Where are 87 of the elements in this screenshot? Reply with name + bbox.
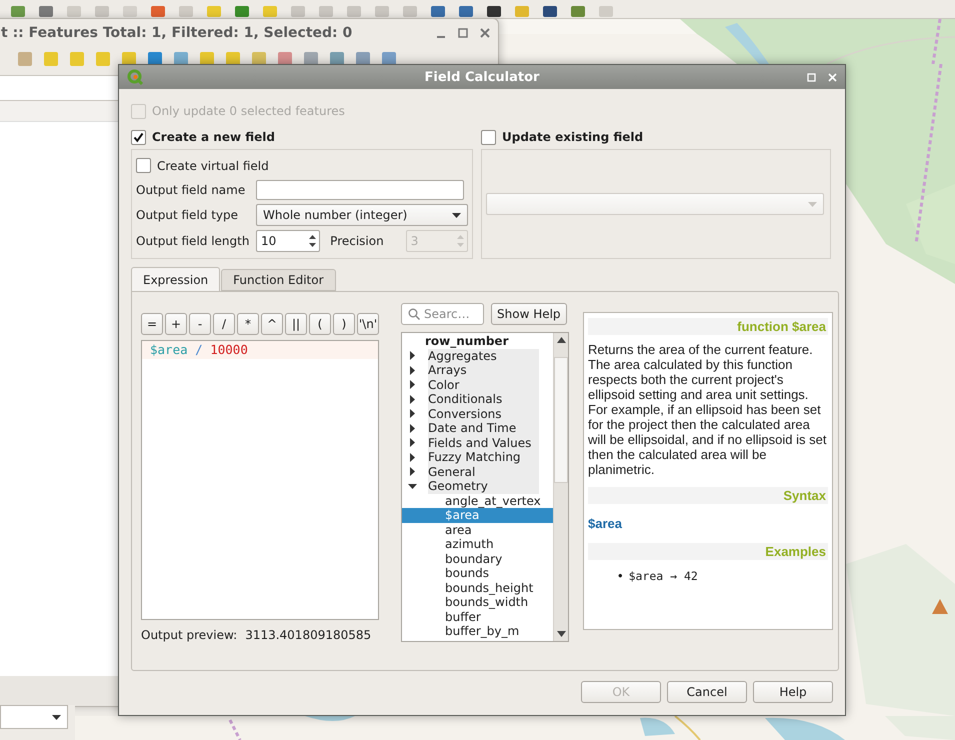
syntax-text: $area — [588, 516, 623, 531]
help-heading: function $area — [588, 318, 828, 335]
search-field[interactable]: Searc… — [401, 303, 484, 325]
operator-button[interactable]: ( — [309, 313, 331, 335]
show-help-button[interactable]: Show Help — [491, 303, 567, 325]
function-list-item[interactable]: buffer_by_m — [402, 624, 539, 638]
operator-button[interactable]: - — [189, 313, 211, 335]
scroll-up-arrow-icon[interactable] — [556, 337, 566, 343]
collapsed-arrow-icon[interactable] — [408, 409, 417, 418]
function-list-item[interactable]: bounds — [402, 566, 539, 580]
function-list-item[interactable]: Geometry — [428, 479, 539, 494]
function-list-item[interactable]: Conditionals — [428, 392, 539, 406]
function-list-item[interactable]: row_number — [402, 334, 539, 348]
function-list-item[interactable]: General — [428, 464, 539, 479]
collapsed-arrow-icon[interactable] — [408, 366, 417, 375]
checkbox-label: Only update 0 selected features — [152, 104, 345, 118]
checkbox[interactable] — [481, 130, 496, 144]
toolbar-icon[interactable] — [486, 6, 502, 18]
close-icon[interactable] — [480, 28, 490, 38]
operator-button[interactable]: || — [285, 313, 307, 335]
collapsed-arrow-icon[interactable] — [408, 351, 417, 360]
field-label: Output field length — [136, 234, 250, 248]
operator-button[interactable]: ^ — [261, 313, 283, 335]
function-list-item[interactable]: Fuzzy Matching — [428, 450, 539, 464]
help-heading: Examples — [588, 543, 828, 560]
dialog-title: Field Calculator — [424, 70, 540, 84]
checkbox[interactable] — [131, 130, 146, 144]
operator-button[interactable]: = — [141, 313, 163, 335]
operator-button[interactable]: + — [165, 313, 187, 335]
dropdown-arrow-icon — [808, 202, 817, 206]
collapsed-arrow-icon[interactable] — [408, 467, 417, 476]
expression-editor[interactable]: $area / 10000 — [141, 340, 379, 620]
logo-icon — [127, 69, 143, 85]
function-list-item[interactable]: Arrays — [428, 363, 539, 378]
function-list-item[interactable]: azimuth — [402, 537, 539, 552]
toolbar-icon[interactable] — [430, 6, 446, 18]
checkbox-label: Create a new field — [152, 130, 275, 144]
field-label: Precision — [330, 234, 384, 248]
collapsed-arrow-icon[interactable] — [408, 438, 417, 448]
collapsed-arrow-icon[interactable] — [408, 452, 417, 462]
operator-button[interactable]: * — [237, 313, 259, 335]
help-heading: Syntax — [588, 487, 828, 504]
spin-box[interactable]: 10 — [256, 230, 320, 252]
input-field[interactable] — [256, 180, 464, 200]
dropdown[interactable]: Whole number (integer) — [256, 204, 468, 226]
function-list-item[interactable]: bounds_width — [402, 595, 539, 610]
function-list-item[interactable]: Aggregates — [428, 348, 539, 363]
collapsed-arrow-icon[interactable] — [408, 380, 417, 390]
example-item: $area → 42 — [628, 568, 698, 584]
checkbox-label: Create virtual field — [157, 158, 269, 173]
function-list-item[interactable]: Conversions — [428, 406, 539, 421]
operator-button[interactable]: '\n' — [357, 313, 379, 335]
field-label: Output field type — [136, 208, 240, 222]
maximize-icon[interactable] — [458, 28, 468, 38]
tab[interactable]: Expression — [131, 267, 220, 291]
function-list-item[interactable]: boundary — [402, 552, 539, 566]
tab[interactable]: Function Editor — [221, 269, 336, 291]
function-list-item[interactable]: Color — [428, 378, 539, 392]
preview-value: 3113.401809180585 — [245, 628, 372, 642]
operator-button[interactable]: / — [213, 313, 235, 335]
scroll-down-arrow-icon[interactable] — [556, 631, 566, 637]
checkbox-label: Update existing field — [502, 130, 644, 144]
dropdown-arrow-icon — [52, 714, 61, 720]
function-list-item[interactable]: bounds_height — [402, 580, 539, 595]
dialog-button[interactable]: Help — [753, 681, 833, 703]
search-icon — [408, 308, 420, 320]
toolbar-icon[interactable] — [458, 6, 474, 18]
function-list-item[interactable]: Date and Time — [428, 421, 539, 436]
dropdown[interactable] — [0, 705, 68, 729]
dropdown-arrow-icon — [452, 212, 461, 218]
dialog-button[interactable]: Cancel — [667, 681, 747, 703]
function-list-item[interactable]: area — [402, 522, 539, 537]
field-label: Output field name — [136, 182, 246, 197]
function-list-item[interactable]: buffer — [402, 610, 539, 624]
operator-button[interactable]: ) — [333, 313, 355, 335]
scrollbar[interactable] — [553, 333, 568, 641]
function-list-item[interactable]: Fields and Values — [428, 436, 539, 450]
window-title: t :: Features Total: 1, Filtered: 1, Selected: 0 — [1, 25, 354, 41]
expanded-arrow-icon[interactable] — [408, 482, 417, 491]
collapsed-arrow-icon[interactable] — [408, 394, 417, 404]
preview-label: Output preview: — [141, 628, 238, 642]
collapsed-arrow-icon[interactable] — [408, 424, 417, 433]
help-text: Returns the area of the current feature. The area calculated by this function respects both the current project's ellipsoid setting and area unit settings. For example, if an ellipsoid has been set for the project then the calculated area will be ellipsoidal, and if no ellipsoid is set then the calculated area will be planimetric. — [588, 342, 828, 477]
function-list-item[interactable]: angle_at_vertex — [402, 494, 541, 508]
checkbox[interactable] — [136, 158, 151, 174]
bullet: • — [618, 568, 623, 584]
toolbar-icon[interactable] — [542, 6, 558, 18]
